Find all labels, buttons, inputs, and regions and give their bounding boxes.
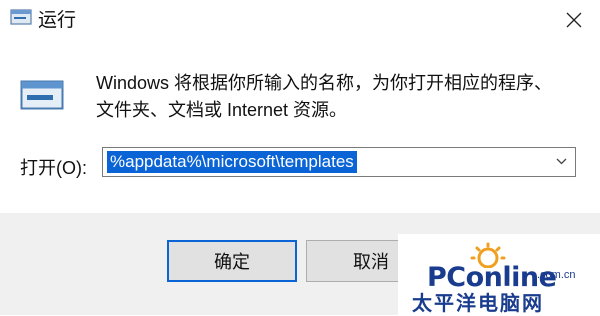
watermark-domain: .com.cn xyxy=(537,269,576,281)
ok-button[interactable]: 确定 xyxy=(167,240,297,282)
dialog-description: Windows 将根据你所输入的名称，为你打开相应的程序、文件夹、文档或 Int… xyxy=(96,73,553,120)
chevron-down-icon[interactable] xyxy=(556,158,567,165)
title-bar: 运行 xyxy=(0,0,600,40)
watermark-subtitle: 太平洋电脑网 xyxy=(412,293,544,315)
open-combobox[interactable]: %appdata%\microsoft\templates xyxy=(102,147,576,177)
run-icon xyxy=(10,9,32,25)
close-icon xyxy=(566,12,582,28)
pconline-watermark: PConline .com.cn 太平洋电脑网 xyxy=(398,234,600,315)
run-dialog: 运行 Windows 将根据你所输入的名称，为你打开相应的程序、文件夹、文档或 … xyxy=(0,0,600,315)
open-label: 打开(O): xyxy=(20,158,87,178)
close-button[interactable] xyxy=(548,0,600,40)
window-title: 运行 xyxy=(38,10,77,31)
run-program-icon xyxy=(20,80,64,110)
open-input-value[interactable]: %appdata%\microsoft\templates xyxy=(107,151,357,173)
